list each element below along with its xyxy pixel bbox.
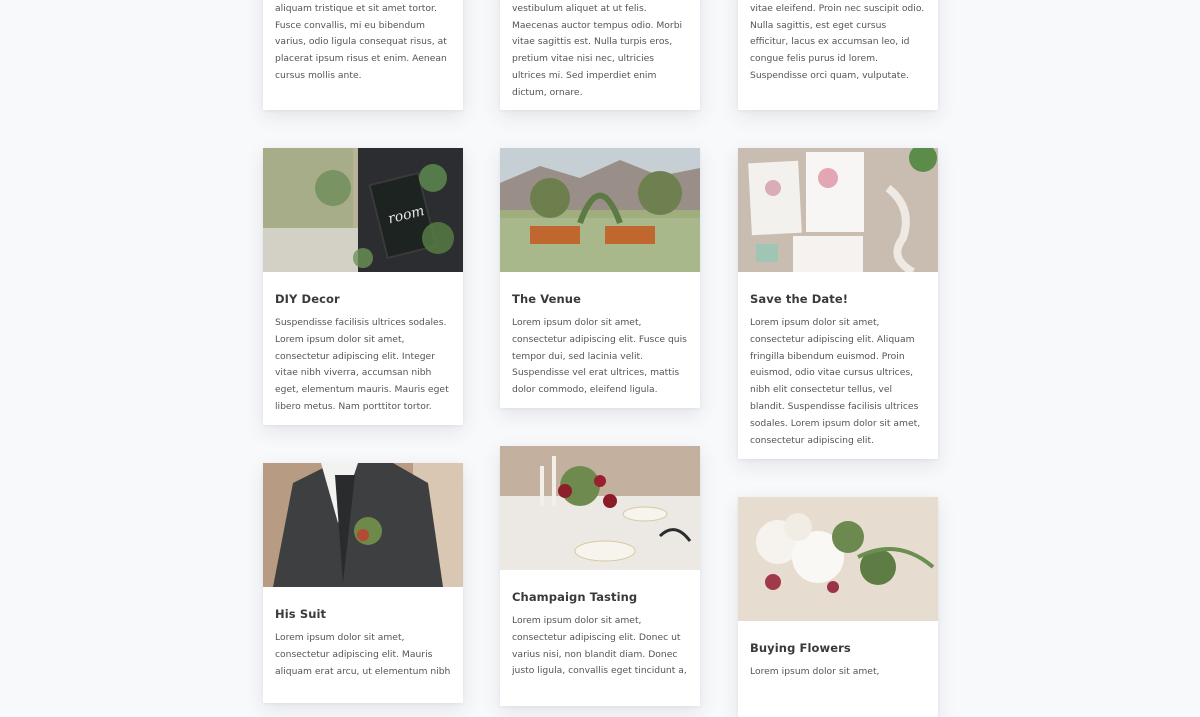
card-title[interactable]: His Suit — [275, 607, 451, 621]
blog-card-the-venue[interactable]: The Venue Lorem ipsum dolor sit amet, co… — [500, 148, 700, 408]
blog-card-his-suit[interactable]: His Suit Lorem ipsum dolor sit amet, con… — [263, 463, 463, 703]
blog-card-diy-decor[interactable]: room DIY Decor Suspendisse facilisis ult… — [263, 148, 463, 425]
flowers-image[interactable] — [738, 497, 938, 621]
card-excerpt: Lorem ipsum dolor sit amet, consectetur … — [275, 632, 451, 677]
chalkboard-sign-image[interactable]: room — [263, 148, 463, 272]
card-title[interactable]: Champaign Tasting — [512, 590, 688, 604]
card-excerpt: Lorem ipsum dolor sit amet, consectetur … — [512, 317, 687, 396]
card-title[interactable]: Save the Date! — [750, 292, 926, 306]
card-title[interactable]: DIY Decor — [275, 292, 451, 306]
table-setting-image[interactable] — [500, 446, 700, 570]
blog-card-champaign-tasting[interactable]: Champaign Tasting Lorem ipsum dolor sit … — [500, 446, 700, 706]
card-excerpt: porttitor. Morbi vitae nibh et nibh vest… — [512, 2, 683, 98]
invitation-cards-image[interactable] — [738, 148, 938, 272]
card-excerpt: Lorem ipsum dolor sit amet, consectetur … — [512, 615, 687, 677]
blog-card-top-3[interactable]: tristique ante. Nulla tempor ut ligula v… — [738, 0, 938, 110]
card-excerpt: laoreet eu. Pellentesque a ex at turpis … — [275, 2, 447, 81]
card-excerpt: tristique ante. Nulla tempor ut ligula v… — [750, 2, 925, 81]
card-excerpt: Lorem ipsum dolor sit amet, consectetur … — [750, 317, 921, 446]
card-title[interactable]: The Venue — [512, 292, 688, 306]
card-title[interactable]: Buying Flowers — [750, 641, 926, 655]
blog-card-top-1[interactable]: laoreet eu. Pellentesque a ex at turpis … — [263, 0, 463, 110]
suit-image[interactable] — [263, 463, 463, 587]
blog-card-save-the-date[interactable]: Save the Date! Lorem ipsum dolor sit ame… — [738, 148, 938, 459]
blog-card-top-2[interactable]: porttitor. Morbi vitae nibh et nibh vest… — [500, 0, 700, 110]
blog-card-buying-flowers[interactable]: Buying Flowers Lorem ipsum dolor sit ame… — [738, 497, 938, 717]
venue-image[interactable] — [500, 148, 700, 272]
card-excerpt: Lorem ipsum dolor sit amet, — [750, 666, 880, 677]
card-excerpt: Suspendisse facilisis ultrices sodales. … — [275, 317, 449, 412]
